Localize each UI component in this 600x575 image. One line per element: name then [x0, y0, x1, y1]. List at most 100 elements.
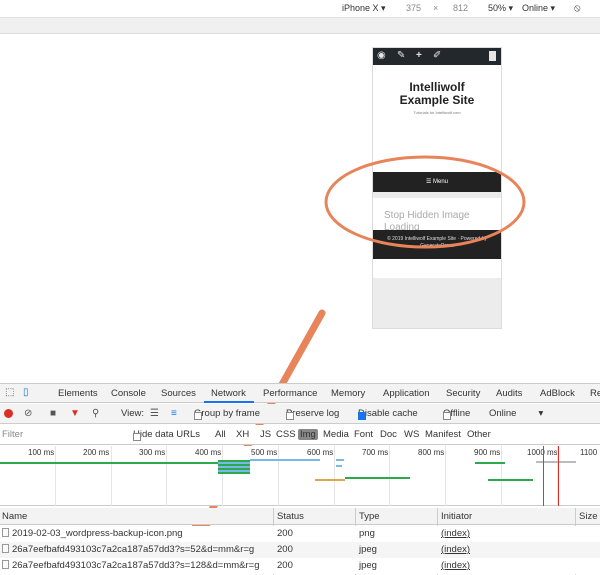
request-bar [250, 459, 320, 461]
col-name[interactable]: Name [2, 511, 27, 522]
network-overview[interactable]: 100 ms 200 ms 300 ms 400 ms 500 ms 600 m… [0, 446, 600, 506]
filter-icon[interactable]: ▼ [70, 408, 80, 419]
view-label: View: [121, 408, 145, 419]
request-initiator[interactable]: (index) [441, 544, 470, 555]
tab-performance[interactable]: Performance [263, 388, 317, 399]
disable-cache-checkbox[interactable]: Disable cache [358, 408, 418, 420]
request-type: jpeg [359, 544, 377, 555]
tab-network[interactable]: Network [211, 388, 246, 399]
table-row[interactable]: 26a7eefbafd493103c7a2ca187a57dd3?s=128&d… [0, 558, 600, 574]
table-row[interactable]: 26a7eefbafd493103c7a2ca187a57dd3?s=52&d=… [0, 542, 600, 558]
gridline [166, 446, 167, 506]
request-bar [475, 462, 505, 464]
type-other[interactable]: Other [467, 429, 491, 440]
waterfall-icon[interactable]: ≡ [171, 408, 177, 419]
search-icon[interactable]: ⚲ [92, 408, 99, 419]
request-name-text: 2019-02-03_wordpress-backup-icon.png [12, 528, 183, 539]
hide-data-urls-checkbox[interactable]: Hide data URLs [133, 429, 201, 441]
devtools-tabbar: ⬚ ▯ Elements Console Sources Network Per… [0, 383, 600, 403]
tab-more[interactable]: Re [590, 388, 600, 399]
inspect-icon[interactable]: ⬚ [5, 387, 14, 398]
throttling-select[interactable]: Online ▾ [489, 408, 543, 419]
col-size[interactable]: Size [579, 511, 597, 522]
tick-label: 500 ms [251, 448, 278, 457]
type-all[interactable]: All [215, 429, 226, 440]
tab-console[interactable]: Console [111, 388, 146, 399]
filter-bar: Filter Hide data URLs All XHR JS CSS Img… [0, 425, 600, 445]
offline-checkbox[interactable]: Offline [443, 408, 470, 420]
record-button[interactable] [4, 409, 13, 418]
tab-memory[interactable]: Memory [331, 388, 365, 399]
tick-label: 200 ms [83, 448, 110, 457]
request-status: 200 [277, 560, 293, 571]
gridline [278, 446, 279, 506]
preserve-log-box [286, 412, 294, 420]
type-manifest[interactable]: Manifest [425, 429, 461, 440]
offline-box [443, 412, 451, 420]
request-type: jpeg [359, 560, 377, 571]
disable-cache-box [358, 412, 366, 420]
request-status: 200 [277, 528, 293, 539]
type-img[interactable]: Img [298, 429, 318, 440]
tab-application[interactable]: Application [383, 388, 429, 399]
gridline [55, 446, 56, 506]
type-font[interactable]: Font [354, 429, 373, 440]
col-initiator[interactable]: Initiator [441, 511, 472, 522]
clear-icon[interactable]: ⊘ [24, 408, 32, 419]
hide-data-urls-box [133, 433, 141, 441]
image-file-icon [2, 560, 9, 569]
request-initiator[interactable]: (index) [441, 528, 470, 539]
tick-label: 100 ms [28, 448, 55, 457]
large-rows-icon[interactable]: ☰ [150, 408, 159, 419]
gridline [445, 446, 446, 506]
load-marker [543, 446, 544, 506]
tick-label: 900 ms [474, 448, 501, 457]
type-js[interactable]: JS [260, 429, 271, 440]
col-type[interactable]: Type [359, 511, 380, 522]
request-name-text: 26a7eefbafd493103c7a2ca187a57dd3?s=128&d… [12, 560, 260, 571]
request-initiator[interactable]: (index) [441, 560, 470, 571]
request-bar-cluster [218, 460, 250, 474]
preserve-log-label: Preserve log [286, 408, 340, 419]
tick-label: 600 ms [307, 448, 334, 457]
tab-elements[interactable]: Elements [58, 388, 98, 399]
gridline [334, 446, 335, 506]
request-bar [488, 479, 533, 481]
device-toggle-icon[interactable]: ▯ [23, 387, 29, 398]
gridline [222, 446, 223, 506]
group-by-frame-box [194, 412, 202, 420]
request-name-text: 26a7eefbafd493103c7a2ca187a57dd3?s=52&d=… [12, 544, 255, 555]
request-bar [345, 477, 410, 479]
request-name: 26a7eefbafd493103c7a2ca187a57dd3?s=52&d=… [2, 544, 254, 555]
tab-audits[interactable]: Audits [496, 388, 522, 399]
tick-label: 800 ms [418, 448, 445, 457]
image-file-icon [2, 528, 9, 537]
gridline [111, 446, 112, 506]
tab-adblock[interactable]: AdBlock [540, 388, 575, 399]
request-status: 200 [277, 544, 293, 555]
type-media[interactable]: Media [323, 429, 349, 440]
tab-security[interactable]: Security [446, 388, 480, 399]
filter-input[interactable]: Filter [2, 429, 23, 440]
gridline [389, 446, 390, 506]
image-file-icon [2, 544, 9, 553]
tick-label: 700 ms [362, 448, 389, 457]
request-bar [336, 465, 342, 467]
tick-label: 1100 [580, 448, 598, 457]
type-css[interactable]: CSS [276, 429, 296, 440]
request-name: 2019-02-03_wordpress-backup-icon.png [2, 528, 183, 539]
type-doc[interactable]: Doc [380, 429, 397, 440]
tick-label: 300 ms [139, 448, 166, 457]
type-xhr[interactable]: XHR [236, 429, 250, 440]
request-bar [315, 479, 345, 481]
type-ws[interactable]: WS [404, 429, 419, 440]
preserve-log-checkbox[interactable]: Preserve log [286, 408, 340, 420]
col-status[interactable]: Status [277, 511, 304, 522]
group-by-frame-label: Group by frame [194, 408, 260, 419]
screenshot-icon[interactable]: ■ [50, 408, 56, 419]
tab-sources[interactable]: Sources [161, 388, 196, 399]
request-type: png [359, 528, 375, 539]
group-by-frame-checkbox[interactable]: Group by frame [194, 408, 260, 420]
hide-data-urls-label: Hide data URLs [133, 429, 201, 440]
table-row[interactable]: 2019-02-03_wordpress-backup-icon.png 200… [0, 526, 600, 542]
